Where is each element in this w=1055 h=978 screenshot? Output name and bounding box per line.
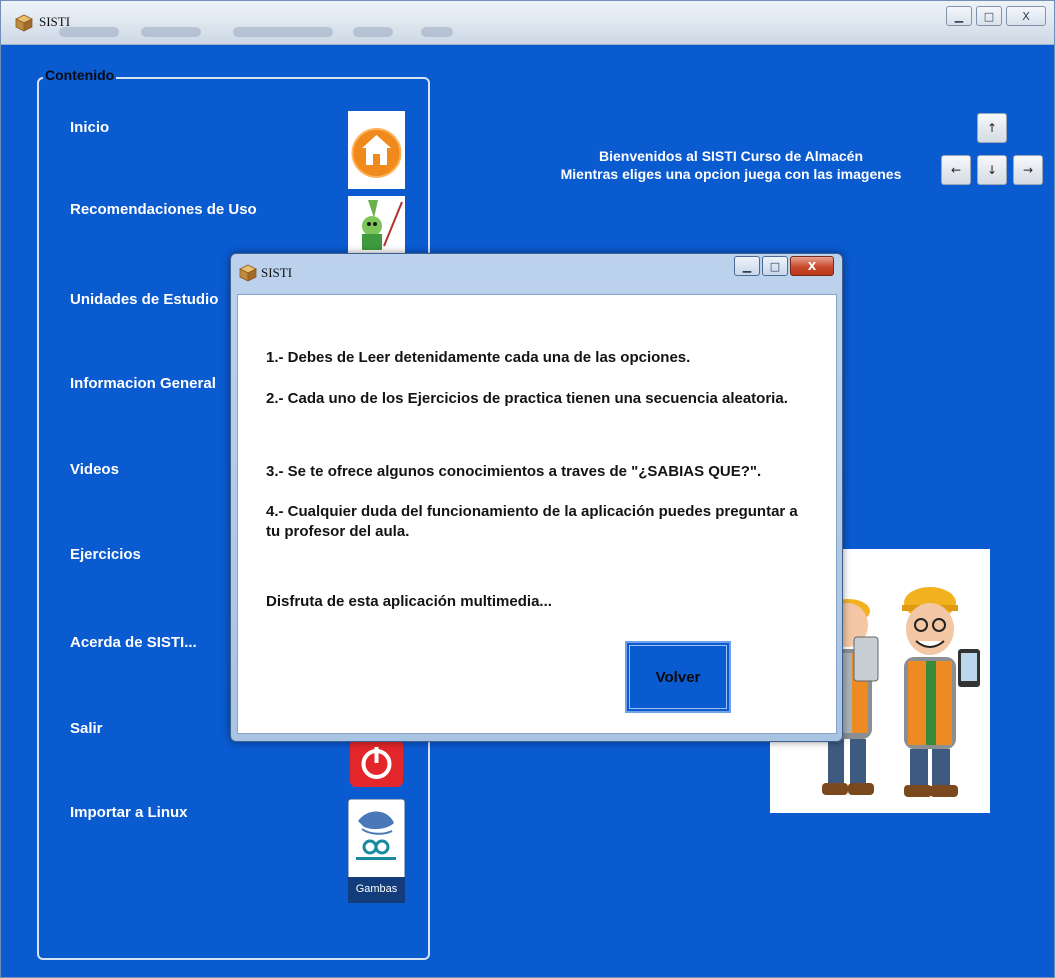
menu-item-videos[interactable]: Videos [70,461,119,478]
dialog-box-icon [239,264,257,282]
dialog-maximize-button[interactable]: □ [762,256,788,276]
home-icon[interactable] [348,111,405,189]
menu-item-inicio[interactable]: Inicio [70,119,109,136]
dialog-title: SISTI [261,265,293,280]
instruction-4: 4.- Cualquier duda del funcionamiento de… [266,503,798,540]
menu-item-recomendaciones[interactable]: Recomendaciones de Uso [70,201,257,218]
app-box-icon [15,14,33,32]
gambas-caption: Gambas [355,883,398,895]
instruction-1: 1.- Debes de Leer detenidamente cada una… [266,349,691,366]
menu-item-informacion[interactable]: Informacion General [70,375,216,392]
dialog-minimize-button[interactable]: ▁ [734,256,760,276]
maximize-button[interactable]: □ [976,6,1002,26]
welcome-line-1: Bienvenidos al SISTI Curso de Almacén [599,148,863,164]
arrow-up-key[interactable]: ↑ [977,113,1007,143]
window-controls: ▁ □ X [946,6,1046,28]
instruction-3: 3.- Se te ofrece algunos conocimientos a… [266,463,762,480]
close-button[interactable]: X [1006,6,1046,26]
info-dialog: SISTI ▁ □ X 1.- Debes de Leer detenidame… [230,253,843,742]
menu-item-unidades[interactable]: Unidades de Estudio [70,291,218,308]
welcome-line-2: Mientras eliges una opcion juega con las… [560,166,902,182]
minimize-button[interactable]: ▁ [946,6,972,26]
menu-item-ejercicios[interactable]: Ejercicios [70,546,141,563]
dialog-close-button[interactable]: X [790,256,834,276]
menu-blur [59,27,119,37]
main-window: SISTI ▁ □ X Contenido Inicio Recomendaci… [0,0,1055,978]
dialog-window-controls: ▁ □ X [734,256,834,276]
menu-blur [353,27,393,37]
arrow-down-key[interactable]: ↓ [977,155,1007,185]
menu-blur [141,27,201,37]
arrow-right-key[interactable]: → [1013,155,1043,185]
title-bar: SISTI ▁ □ X [1,1,1054,45]
menu-item-importar-linux[interactable]: Importar a Linux [70,804,188,821]
closing-message: Disfruta de esta aplicación multimedia..… [266,593,552,610]
menu-blur [233,27,333,37]
welcome-text: Bienvenidos al SISTI Curso de Almacén Mi… [521,147,941,183]
menu-item-acerca[interactable]: Acerda de SISTI... [70,634,197,651]
instruction-2: 2.- Cada uno de los Ejercicios de practi… [266,390,788,407]
dialog-body: 1.- Debes de Leer detenidamente cada una… [237,294,837,734]
menu-blur [421,27,453,37]
wizard-icon[interactable] [348,196,405,254]
menu-item-salir[interactable]: Salir [70,720,103,737]
arrow-left-key[interactable]: ← [941,155,971,185]
content-group-legend: Contenido [43,67,117,83]
volver-button[interactable]: Volver [625,641,731,713]
